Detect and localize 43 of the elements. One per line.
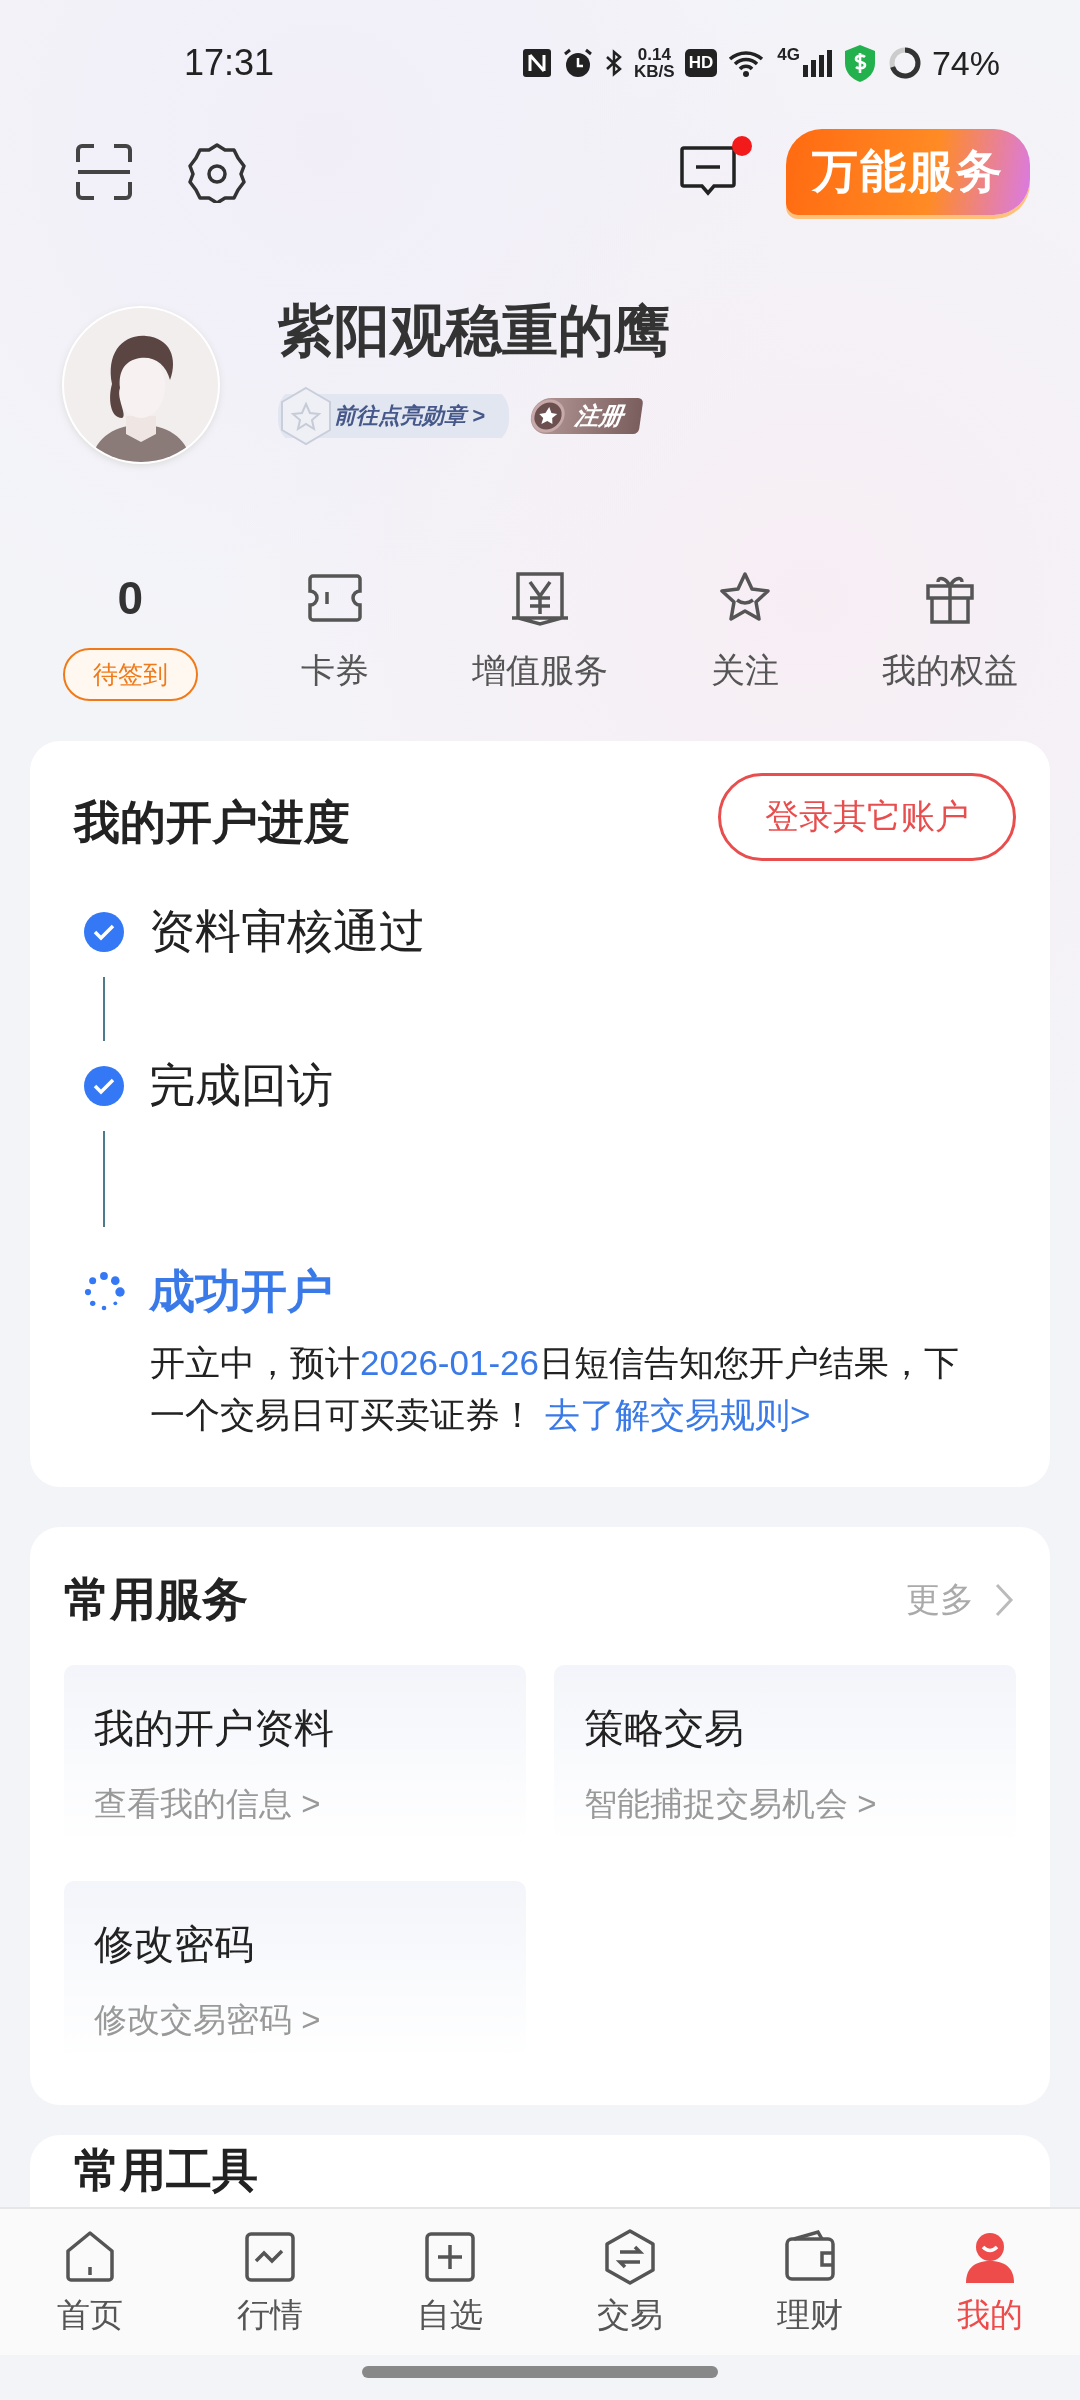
hd-indicator: HD (684, 49, 718, 77)
register-badge: 注册 (528, 398, 644, 434)
nfc-icon (522, 48, 553, 78)
nav-tab[interactable]: 交易 (540, 2226, 720, 2338)
medal-icon (278, 386, 334, 446)
stat-label[interactable]: 卡券 (301, 648, 370, 694)
tile-title: 策略交易 (584, 1705, 745, 1752)
stat-label[interactable]: 我的权益 (881, 648, 1018, 694)
nav-tab[interactable]: 理财 (720, 2226, 900, 2338)
yen-icon[interactable] (510, 570, 570, 626)
signal-icon (801, 48, 832, 78)
status-time: 17:31 (184, 42, 275, 84)
user-name: 紫阳观稳重的鹰 (278, 298, 670, 364)
settings-icon[interactable] (186, 141, 248, 203)
stat-label[interactable]: 增值服务 (472, 648, 608, 694)
step-label: 完成回访 (149, 1058, 333, 1113)
step-label: 资料审核通过 (149, 904, 425, 959)
stat-label[interactable]: 关注 (710, 648, 779, 694)
scan-icon[interactable] (74, 142, 134, 202)
network-speed: 0.14 KB/S (634, 46, 675, 80)
nav-tab[interactable]: 自选 (360, 2226, 540, 2338)
nav-tab[interactable]: 行情 (180, 2226, 360, 2338)
tile-title: 我的开户资料 (94, 1705, 335, 1752)
tile-subtitle: 智能捕捉交易机会 > (584, 1784, 878, 1824)
nav-tab[interactable]: 首页 (0, 2226, 180, 2338)
medal-link[interactable]: 前往点亮勋章 > (278, 386, 509, 446)
tile-title: 修改密码 (94, 1921, 255, 1968)
alarm-icon (562, 47, 595, 79)
account-opening-note: 开立中，预计2026-01-26日短信告知您开户结果，下一个交易日可买卖证券！ 去了解交易规则> (150, 1342, 961, 1436)
section-title: 我的开户进度 (74, 795, 350, 850)
section-title: 常用工具 (74, 2145, 259, 2196)
sign-in-count: 0 (117, 571, 144, 626)
battery-level: 74% (931, 43, 1000, 83)
avatar[interactable] (60, 304, 222, 466)
login-other-button[interactable]: 登录其它账户 (718, 773, 1016, 861)
battery-icon (887, 46, 922, 80)
nav-tab[interactable]: 我的 (900, 2226, 1080, 2338)
tile-subtitle: 查看我的信息 > (94, 1784, 322, 1824)
network-type: 4G (777, 45, 800, 65)
trading-rules-link[interactable]: 去了解交易规则> (545, 1395, 811, 1434)
step-label: 成功开户 (149, 1264, 333, 1319)
section-title: 常用服务 (64, 1572, 249, 1627)
tile-subtitle: 修改交易密码 > (94, 2000, 322, 2040)
